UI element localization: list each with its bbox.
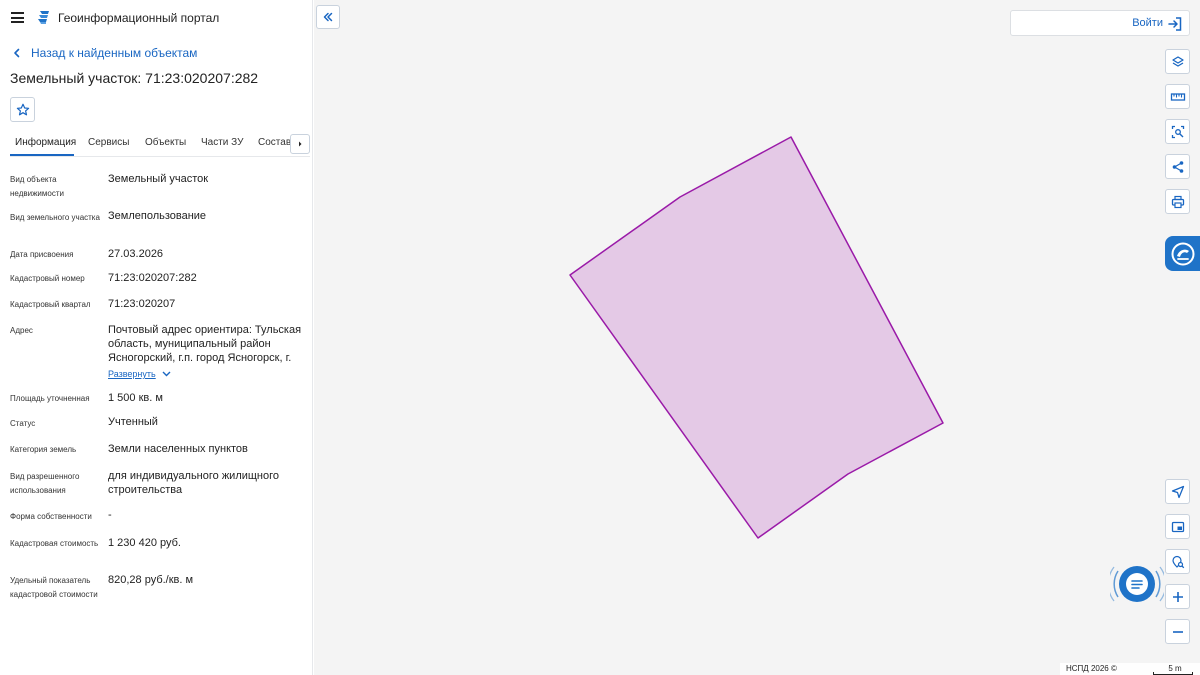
layers-icon [1171,55,1184,67]
chevron-left-icon [14,48,20,58]
location-search-button[interactable] [1165,549,1190,574]
back-link-label: Назад к найденным объектам [31,46,198,60]
active-tab-indicator [10,154,74,156]
chat-button[interactable] [1107,557,1167,611]
tab-information[interactable]: Информация [15,137,76,148]
property-label: Площадь уточненная [10,394,90,403]
map-attribution: НСПД 2026 © 5 m [1060,663,1200,675]
minimap-icon [1171,521,1184,532]
property-value: Земельный участок [108,173,209,185]
favorite-button[interactable] [10,97,35,122]
ruler-icon [1170,92,1185,101]
login-label: Войти [1132,17,1163,29]
hamburger-icon[interactable] [11,12,24,23]
property-label: Дата присвоения [10,250,74,259]
info-panel: Геоинформационный портал Назад к найденн… [0,0,313,675]
area-select-icon [1171,125,1184,138]
tab-composition[interactable]: Состав [258,137,291,148]
property-label: Кадастровая стоимость [10,539,99,548]
expand-address-link[interactable]: Развернуть [108,369,171,379]
chevron-down-icon [162,371,171,377]
property-value: 820,28 руб./кв. м [108,574,194,586]
copyright-text: НСПД 2026 © [1066,664,1117,673]
property-label: Категория земель [10,445,77,454]
property-label: Форма собственности [10,512,92,521]
back-to-results-link[interactable]: Назад к найденным объектам [11,45,197,61]
property-value: Учтенный [108,416,158,428]
star-icon [16,103,29,115]
property-label: Вид земельного участка [10,213,100,222]
property-value: 1 230 420 руб. [108,537,181,549]
tab-objects[interactable]: Объекты [145,137,186,148]
property-value: 71:23:020207 [108,298,176,310]
property-value: 27.03.2026 [108,248,164,260]
geolocation-icon [1171,485,1184,498]
collapse-panel-button[interactable] [316,5,340,29]
zoom-in-icon [1172,591,1183,602]
zoom-out-button[interactable] [1165,619,1190,644]
property-value: Почтовый адрес ориентира: Тульская облас… [108,324,302,364]
property-value: Земли населенных пунктов [108,443,248,455]
property-value: - [108,509,112,521]
login-icon [1168,17,1182,31]
support-tab[interactable] [1165,236,1200,271]
object-title: Земельный участок: 71:23:020207:282 [10,70,259,86]
print-icon [1171,195,1184,208]
map-canvas[interactable] [314,0,1200,675]
property-label: Кадастровый номер [10,274,85,283]
property-value: Землепользование [108,210,207,222]
property-value: 1 500 кв. м [108,392,163,404]
measure-button[interactable] [1165,84,1190,109]
tab-parts[interactable]: Части ЗУ [201,137,243,148]
property-label: Статус [10,419,36,428]
zoom-in-button[interactable] [1165,584,1190,609]
area-select-button[interactable] [1165,119,1190,144]
tabs-next-button[interactable] [290,134,310,154]
geolocation-button[interactable] [1165,479,1190,504]
panel-header: Геоинформационный портал [0,0,313,36]
tab-services[interactable]: Сервисы [88,137,129,148]
login-button[interactable]: Войти [1010,10,1190,36]
layers-button[interactable] [1165,49,1190,74]
share-button[interactable] [1165,154,1190,179]
property-label: Вид разрешенного использования [10,472,80,495]
property-value: 71:23:020207:282 [108,272,197,284]
share-icon [1172,160,1183,173]
location-search-icon [1171,555,1184,568]
chat-icon [1107,566,1167,602]
map-layer [569,136,944,539]
land-parcel-polygon[interactable] [569,136,944,539]
double-chevron-left-icon [323,12,333,22]
portal-logo-icon [38,11,49,24]
tab-bar: Информация Сервисы Объекты Части ЗУ Сост… [10,132,310,157]
zoom-out-icon [1172,630,1183,633]
support-icon [1171,242,1194,265]
print-button[interactable] [1165,189,1190,214]
property-label: Кадастровый квартал [10,300,91,309]
property-label: Вид объекта недвижимости [10,175,64,198]
property-value: для индивидуального жилищного строительс… [108,470,280,496]
chevron-right-icon [299,141,302,147]
portal-title: Геоинформационный портал [58,11,220,25]
property-label: Адрес [10,326,33,335]
property-label: Удельный показатель кадастровой стоимост… [10,576,98,599]
expand-label: Развернуть [108,369,156,379]
minimap-button[interactable] [1165,514,1190,539]
